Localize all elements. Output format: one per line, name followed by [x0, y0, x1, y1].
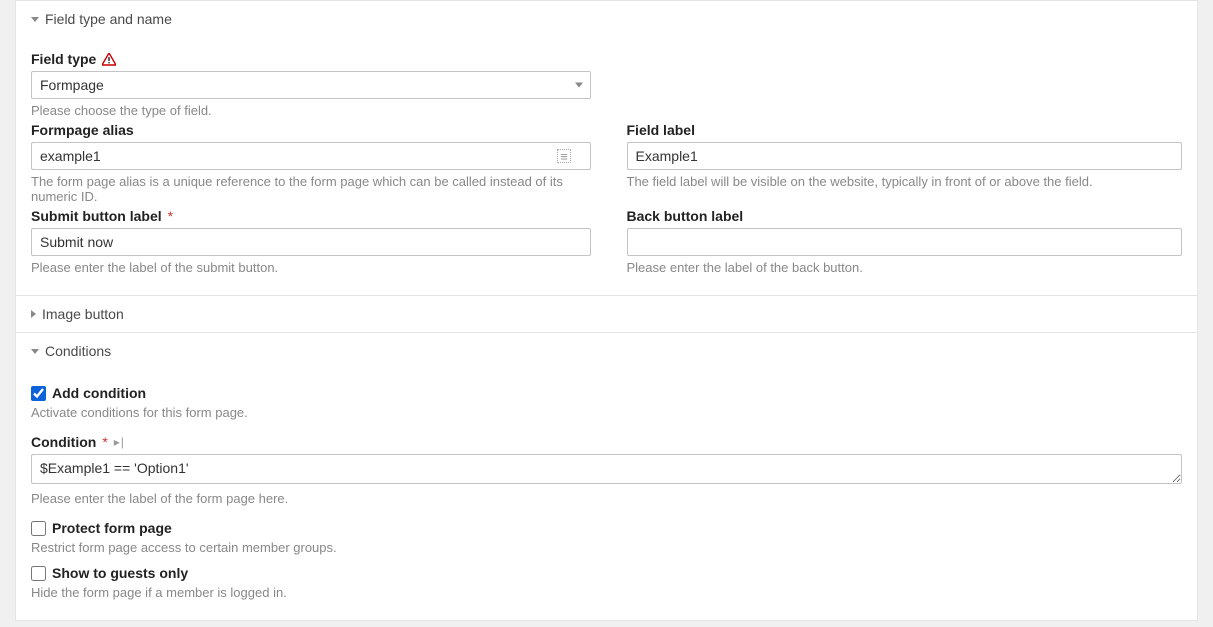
protect-form-page-label: Protect form page: [52, 520, 172, 536]
condition-helper-icons[interactable]: ▸|: [114, 435, 125, 449]
formpage-alias-help: The form page alias is a unique referenc…: [31, 174, 587, 204]
required-marker: *: [168, 208, 173, 224]
formpage-alias-input[interactable]: [31, 142, 591, 170]
protect-form-page-checkbox[interactable]: [31, 521, 46, 536]
section-body-field-type-name: Field type Please choose the type of fie…: [16, 37, 1197, 295]
back-button-label-input[interactable]: [627, 228, 1183, 256]
show-to-guests-only-label: Show to guests only: [52, 565, 188, 581]
caret-down-icon: [31, 17, 39, 22]
required-marker: *: [102, 434, 107, 450]
section-header-field-type-name[interactable]: Field type and name: [16, 1, 1197, 37]
section-title: Field type and name: [45, 11, 172, 27]
submit-button-label-help: Please enter the label of the submit but…: [31, 260, 587, 275]
back-button-label-label: Back button label: [627, 208, 744, 224]
back-button-label-help: Please enter the label of the back butto…: [627, 260, 1183, 275]
condition-help: Please enter the label of the form page …: [31, 491, 1182, 506]
condition-label: Condition: [31, 434, 96, 450]
show-to-guests-only-checkbox[interactable]: [31, 566, 46, 581]
caret-down-icon: [31, 349, 39, 354]
section-title: Image button: [42, 306, 124, 322]
field-type-select[interactable]: [31, 71, 591, 99]
add-condition-help: Activate conditions for this form page.: [31, 405, 1182, 420]
protect-form-page-help: Restrict form page access to certain mem…: [31, 540, 1182, 555]
submit-button-label-label: Submit button label: [31, 208, 162, 224]
field-label-label: Field label: [627, 122, 695, 138]
submit-button-label-input[interactable]: [31, 228, 591, 256]
condition-textarea[interactable]: [31, 454, 1182, 484]
section-body-conditions: Add condition Activate conditions for th…: [16, 369, 1197, 620]
section-header-conditions[interactable]: Conditions: [16, 333, 1197, 369]
formpage-alias-label: Formpage alias: [31, 122, 134, 138]
caret-right-icon: [31, 310, 36, 318]
add-condition-label: Add condition: [52, 385, 146, 401]
warning-icon: [102, 53, 116, 66]
field-type-help: Please choose the type of field.: [31, 103, 1182, 118]
section-header-image-button[interactable]: Image button: [16, 295, 1197, 333]
add-condition-checkbox[interactable]: [31, 386, 46, 401]
field-label-input[interactable]: [627, 142, 1183, 170]
show-to-guests-only-help: Hide the form page if a member is logged…: [31, 585, 1182, 600]
field-type-label: Field type: [31, 51, 96, 67]
field-label-help: The field label will be visible on the w…: [627, 174, 1183, 189]
section-title: Conditions: [45, 343, 111, 359]
